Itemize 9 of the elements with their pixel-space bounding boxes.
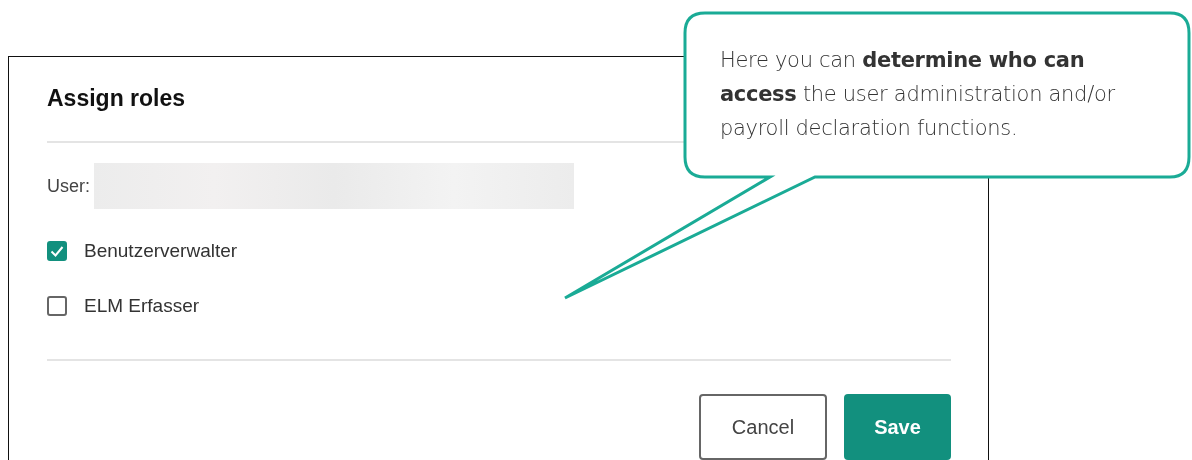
checkbox[interactable] <box>47 295 67 316</box>
cancel-button[interactable]: Cancel <box>699 394 827 460</box>
user-label: User: <box>47 175 90 197</box>
save-button[interactable]: Save <box>844 394 951 460</box>
dialog-title: Assign roles <box>47 84 186 113</box>
checkbox[interactable] <box>47 240 67 261</box>
callout-text: Here you can determine who can access the user administration and/or payroll declaration functions. <box>720 47 1116 142</box>
role-label: ELM Erfasser <box>84 294 200 317</box>
role-label: Benutzerverwalter <box>84 239 238 262</box>
